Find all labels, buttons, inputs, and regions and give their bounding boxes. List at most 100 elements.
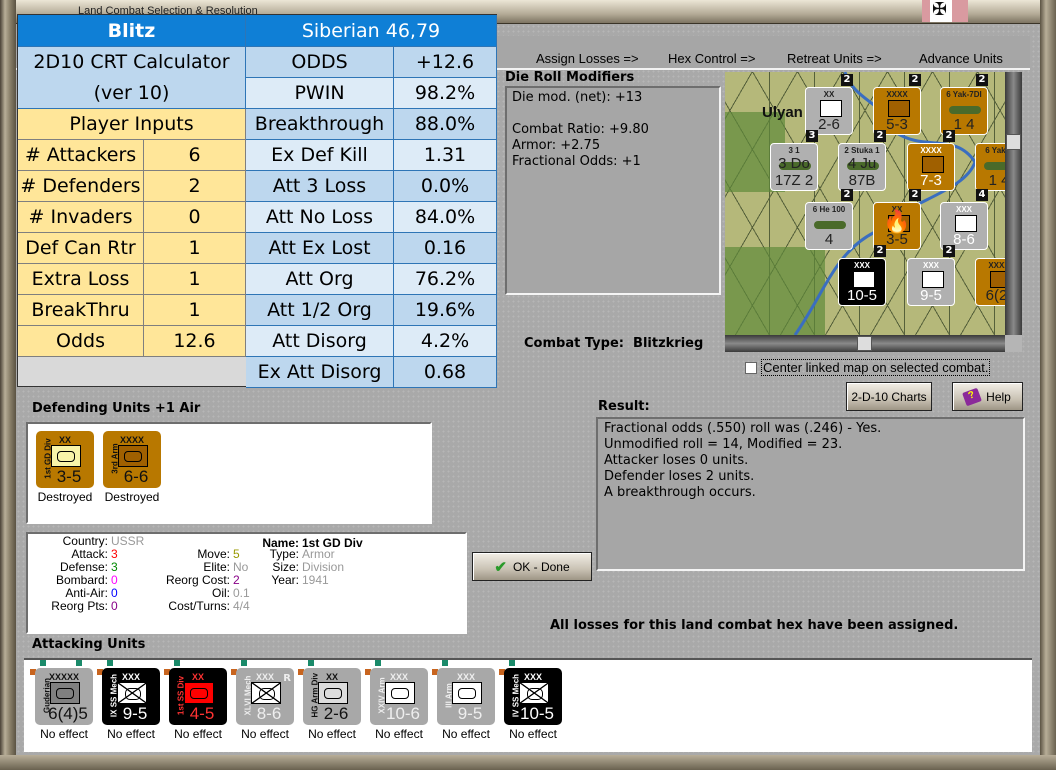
map-unit-counter[interactable]: 6 Yak-7DI 1 4 [940,87,988,135]
attacking-units-list: XXXXX Guderian 6(4)5 No effect XXX IX SS Mech… [24,658,1032,752]
unit-strength: 4-5 [189,704,215,723]
map-unit-counter[interactable]: XXX 8-6 [940,202,988,250]
die-roll-modifiers-box: Die mod. (net): +13 Combat Ratio: +9.80 A… [505,86,721,295]
supply-marker-icon [509,660,515,666]
input-value: 6 [144,140,246,171]
stack-count-icon: 2 [841,74,853,86]
map-unit-counter[interactable]: 6 He 100 4 [805,202,853,250]
unit-effect: No effect [509,727,557,741]
status-message: All losses for this land combat hex have… [550,618,959,633]
center-map-checkbox-label[interactable]: Center linked map on selected combat. [761,359,991,376]
map-horizontal-scrollbar[interactable] [725,335,1005,352]
defending-units-label: Defending Units +1 Air [32,401,201,416]
result-line: Defender loses 2 units. [604,469,755,484]
supply-marker-icon [308,660,314,666]
unit-counter[interactable]: XX 1st GD Div 3-5 [36,431,94,488]
stack-count-icon: 4 [976,189,988,201]
info-key: Cost/Turns: [168,599,230,613]
stack-count-icon: 2 [943,245,955,257]
map-unit-counter[interactable]: XXX 9-5 [907,258,955,306]
armor-symbol-icon [50,682,80,704]
output-label: Att 3 Loss [246,171,394,202]
map-unit-counter[interactable]: 3 13 Do 17Z 2 [770,143,818,191]
unit-effect: No effect [174,727,222,741]
tab-retreat-units[interactable]: Retreat Units => [787,51,882,66]
map-unit-size: XXXX [920,146,942,155]
tab-assign-losses[interactable]: Assign Losses => [536,51,639,66]
unit-effect: No effect [442,727,490,741]
unit-counter[interactable]: XXX XLVI Mech 8-6 R [236,668,294,725]
ok-done-button[interactable]: ✔ OK - Done [472,552,592,581]
unit-symbol-icon [820,100,842,117]
result-label: Result: [598,399,650,414]
unit-counter[interactable]: XX HG Arm Div 2-6 [303,668,361,725]
window-frame-bottom [0,755,1056,770]
supply-marker-icon [241,660,247,666]
unit-strength: 10-5 [519,704,555,723]
map-unit-counter[interactable]: XXXX 5-3 [873,87,921,135]
checkmark-icon: ✔ [494,558,507,576]
unit-counter[interactable]: XXX XXIV Arm 10-6 [370,668,428,725]
map-place-label: Ulyan [762,104,803,121]
combat-type: Combat Type: Blitzkrieg [524,336,703,351]
unit-counter[interactable]: XXXXX Guderian 6(4)5 [35,668,93,725]
crt-calculator-overlay: Blitz Siberian 46,79 2D10 CRT Calculator (v… [17,14,497,388]
help-book-icon: ? [962,387,983,406]
help-button[interactable]: ? Help [952,382,1023,411]
output-value: 0.0% [394,171,497,202]
output-value: +12.6 [394,47,497,78]
scroll-corner [1005,335,1022,352]
unit-counter[interactable]: XXX IX SS Mech 9-5 [102,668,160,725]
crt-charts-button[interactable]: 2-D-10 Charts [846,382,932,411]
map-unit-size: XXX [955,205,972,214]
output-label: PWIN [246,78,394,109]
scroll-thumb[interactable] [857,336,872,351]
tab-advance-units[interactable]: Advance Units [919,51,1003,66]
unit-symbol-icon [922,156,944,173]
output-value: 98.2% [394,78,497,109]
window-frame-right [1040,0,1056,770]
unit-symbol-icon [955,215,977,232]
map-vertical-scrollbar[interactable] [1005,72,1022,335]
input-value: 1 [144,295,246,326]
die-mod-line: Armor: +2.75 [512,138,601,153]
supply-marker-icon [107,660,113,666]
map-unit-strength: 6(2) [985,287,1005,304]
input-label: # Defenders [18,171,144,202]
output-label: Ex Att Disorg [246,357,394,388]
unit-effect: No effect [375,727,423,741]
aircraft-icon [949,106,981,114]
reserve-badge: R [283,673,291,684]
tab-hex-control[interactable]: Hex Control => [668,51,755,66]
map-unit-counter[interactable]: 2 Stuka 14 Ju 87B [838,143,886,191]
linked-map[interactable]: Ulyan XX 2-6 2 XXXX 5-3 2 6 Yak-7DI 1 423 13 Do… [725,72,1005,335]
supply-marker-icon [40,660,46,666]
armor-symbol-icon [51,445,81,467]
mechanized-symbol-icon [519,682,549,704]
map-unit-counter[interactable]: XXX 10-5 [838,258,886,306]
input-label: Extra Loss [18,264,144,295]
unit-counter[interactable]: XXX III Arm 9-5 [437,668,495,725]
scroll-thumb[interactable] [1006,134,1021,150]
unit-counter[interactable]: XXXX 3rd Arm 6-6 [103,431,161,488]
unit-counter[interactable]: XXX IV SS Mech 10-5 [504,668,562,725]
map-unit-strength: 10-5 [846,287,878,304]
center-map-checkbox[interactable] [745,362,757,374]
map-unit-strength: 9-5 [920,287,942,304]
map-unit-counter[interactable]: XX 2-6 [805,87,853,135]
output-value: 76.2% [394,264,497,295]
map-unit-counter[interactable]: 6 Yak-9 1 4 [975,143,1005,191]
map-unit-counter[interactable]: XXXX 7-3 [907,143,955,191]
armor-symbol-icon [184,682,214,704]
output-label: Att No Loss [246,202,394,233]
unit-symbol-icon [888,100,910,117]
armor-symbol-icon [385,682,415,704]
info-key: Year: [271,573,299,587]
map-unit-size: XXX [853,261,870,270]
map-unit-counter[interactable]: XXXX 6(2) [975,258,1005,306]
output-label: Att Org [246,264,394,295]
stack-count-icon: 2 [841,189,853,201]
output-value: 84.0% [394,202,497,233]
die-roll-label: Die Roll Modifiers [505,70,635,85]
unit-counter[interactable]: XX 1st SS Div 4-5 [169,668,227,725]
